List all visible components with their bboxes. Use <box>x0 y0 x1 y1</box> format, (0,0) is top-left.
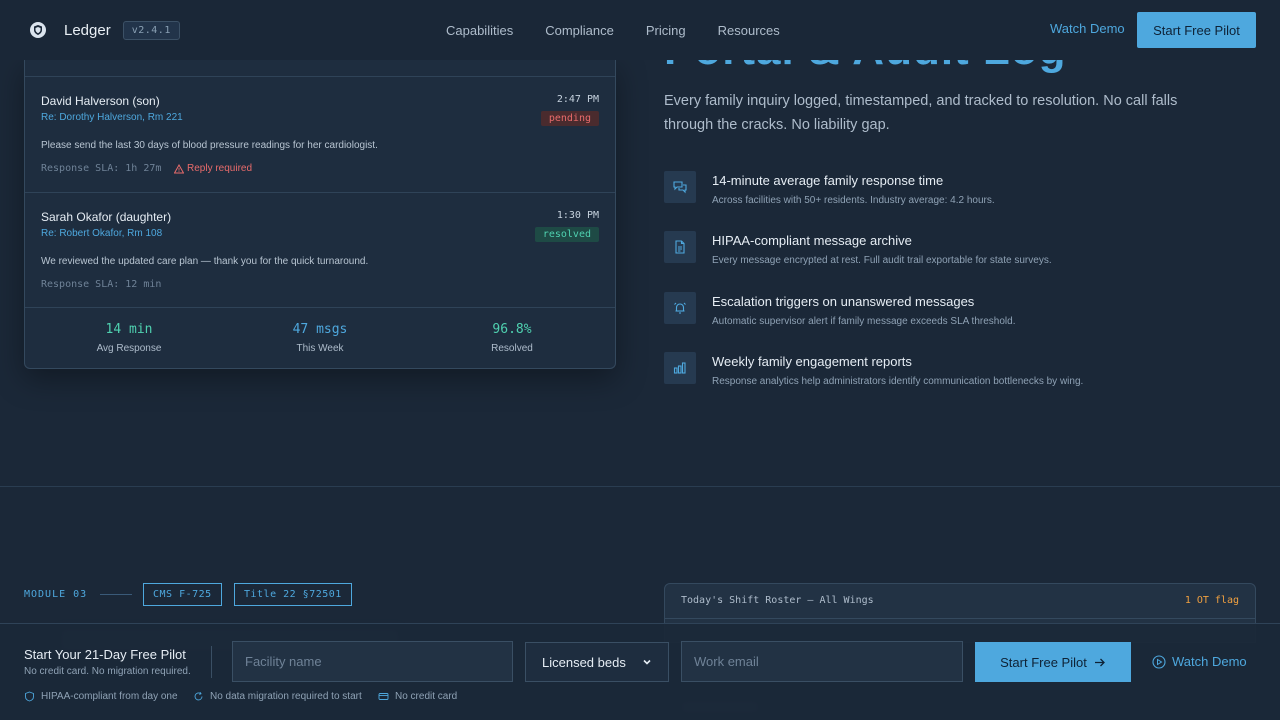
arrow-right-icon <box>1094 658 1105 666</box>
resident-reference[interactable]: Re: Robert Okafor, Rm 108 <box>41 228 162 239</box>
watch-demo-link[interactable]: Watch Demo <box>1050 21 1125 36</box>
module-tag-line <box>100 594 132 595</box>
chevron-down-icon <box>643 659 651 665</box>
licensed-beds-select[interactable]: Licensed beds <box>525 642 669 682</box>
reply-required-alert: Reply required <box>174 163 252 174</box>
message-body: Please send the last 30 days of blood pr… <box>41 140 378 151</box>
message-item[interactable]: David Halverson (son) Re: Dorothy Halver… <box>25 77 615 193</box>
feature-hipaa-archive: HIPAA-compliant message archive Every me… <box>664 231 1224 281</box>
feature-title: HIPAA-compliant message archive <box>712 233 912 248</box>
status-badge: pending <box>540 111 599 126</box>
section-lead: Every family inquiry logged, timestamped… <box>664 93 1178 133</box>
trust-item-hipaa: HIPAA-compliant from day one <box>24 691 178 702</box>
feature-engagement-reports: Weekly family engagement reports Respons… <box>664 352 1224 402</box>
feature-description: Across facilities with 50+ residents. In… <box>712 195 995 206</box>
shield-icon <box>25 691 34 702</box>
warning-icon <box>174 163 184 173</box>
feature-description: Automatic supervisor alert if family mes… <box>712 316 1016 327</box>
feature-escalation: Escalation triggers on unanswered messag… <box>664 292 1224 342</box>
stat-avg-response: 14 min Avg Response <box>29 322 229 354</box>
stat-this-week: 47 msgs This Week <box>220 322 420 354</box>
trust-item-migration: No data migration required to start <box>193 691 362 702</box>
regulation-chip-cms: CMS F-725 <box>143 583 222 606</box>
signup-title: Start Your 21-Day Free Pilot <box>24 647 186 662</box>
facility-name-input[interactable] <box>232 641 513 682</box>
nav-link-capabilities[interactable]: Capabilities <box>446 23 513 38</box>
nav-links: Capabilities Compliance Pricing Resource… <box>446 0 780 60</box>
sender-name: Sarah Okafor (daughter) <box>41 210 172 224</box>
feature-title: Escalation triggers on unanswered messag… <box>712 294 975 309</box>
stat-label: This Week <box>296 343 344 354</box>
chat-bubbles-icon <box>664 171 696 203</box>
stat-label: Avg Response <box>96 343 162 354</box>
overtime-flag: 1 OT flag <box>1184 595 1239 606</box>
trust-text: No data migration required to start <box>210 691 362 702</box>
version-badge: v2.4.1 <box>122 20 180 40</box>
document-icon <box>664 231 696 263</box>
select-value: Licensed beds <box>542 654 626 670</box>
trust-text: HIPAA-compliant from day one <box>41 691 178 702</box>
family-messages-card: David Halverson (son) Re: Dorothy Halver… <box>24 60 616 369</box>
feature-description: Every message encrypted at rest. Full au… <box>712 255 1052 266</box>
resident-reference[interactable]: Re: Dorothy Halverson, Rm 221 <box>41 112 183 123</box>
section-divider <box>0 486 1280 487</box>
response-sla: Response SLA: 12 min <box>41 279 162 290</box>
roster-title: Today's Shift Roster — All Wings <box>681 595 874 606</box>
message-time: 2:47 PM <box>556 94 599 105</box>
roster-divider <box>665 618 1255 619</box>
nav-link-resources[interactable]: Resources <box>718 23 780 38</box>
watch-demo-bar-link[interactable]: Watch Demo <box>1152 654 1247 669</box>
feature-response-time: 14-minute average family response time A… <box>664 171 1224 221</box>
stat-value: 96.8% <box>492 322 532 337</box>
stat-resolved: 96.8% Resolved <box>412 322 612 354</box>
message-stats: 14 min Avg Response 47 msgs This Week 96… <box>25 308 615 368</box>
refresh-icon <box>194 691 203 701</box>
stat-value: 47 msgs <box>292 322 348 337</box>
sender-name: David Halverson (son) <box>41 94 160 108</box>
alert-text: Reply required <box>187 163 253 174</box>
response-sla: Response SLA: 1h 27m <box>41 163 162 174</box>
trust-item-credit-card: No credit card <box>378 691 457 702</box>
module-tag: MODULE 03 <box>24 589 88 600</box>
shield-logo-icon[interactable] <box>24 16 52 44</box>
start-pilot-button[interactable]: Start Free Pilot <box>1137 12 1256 48</box>
stat-value: 14 min <box>105 322 153 337</box>
free-pilot-signup-bar: Start Your 21-Day Free Pilot No credit c… <box>0 623 1280 720</box>
message-time: 1:30 PM <box>556 210 599 221</box>
feature-description: Response analytics help administrators i… <box>712 376 1084 387</box>
nav-link-pricing[interactable]: Pricing <box>646 23 686 38</box>
nav-link-compliance[interactable]: Compliance <box>545 23 614 38</box>
feature-title: 14-minute average family response time <box>712 173 944 188</box>
work-email-input[interactable] <box>681 641 963 682</box>
feature-title: Weekly family engagement reports <box>712 354 912 369</box>
top-nav: Ledger v2.4.1 Capabilities Compliance Pr… <box>0 0 1280 60</box>
status-badge: resolved <box>534 227 599 242</box>
start-pilot-submit-button[interactable]: Start Free Pilot <box>975 642 1131 682</box>
bar-chart-icon <box>664 352 696 384</box>
trust-text: No credit card <box>395 691 458 702</box>
signup-subtitle: No credit card. No migration required. <box>24 666 191 677</box>
alarm-bell-icon <box>664 292 696 324</box>
message-body: We reviewed the updated care plan — than… <box>41 256 369 267</box>
stat-label: Resolved <box>491 343 533 354</box>
regulation-chip-title22: Title 22 §72501 <box>234 583 352 606</box>
button-label: Start Free Pilot <box>1000 654 1087 670</box>
play-circle-icon <box>1152 654 1166 669</box>
message-item[interactable]: Sarah Okafor (daughter) Re: Robert Okafo… <box>25 193 615 308</box>
watch-demo-label: Watch Demo <box>1172 654 1247 669</box>
signup-separator <box>211 646 212 678</box>
brand-name[interactable]: Ledger <box>64 22 111 39</box>
credit-card-icon <box>378 693 389 700</box>
